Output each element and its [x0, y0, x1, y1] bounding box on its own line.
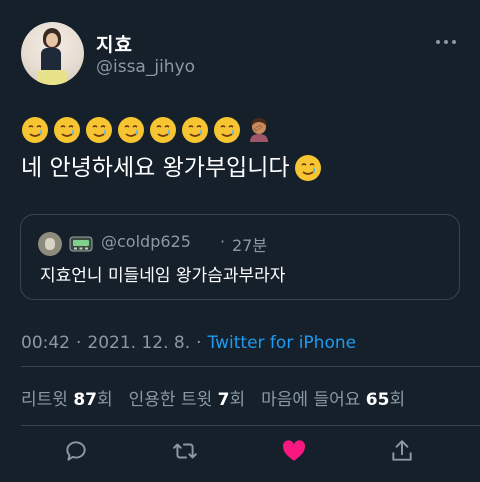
- quote-text: 지효언니 미들네임 왕가슴과부라자: [40, 266, 286, 286]
- smiling-face-with-tear-icon: [294, 155, 321, 181]
- retweets-count: 87: [73, 390, 97, 410]
- smiling-face-with-tear-icon: [86, 117, 112, 143]
- tweet-detail: 지효 @issa_jihyo 네 안녕하세요 왕가부입니다 @coldp625 …: [0, 0, 480, 482]
- quote-timestamp: 27분: [232, 236, 268, 255]
- tweet-emoji-row: [21, 116, 273, 146]
- heart-icon: [283, 440, 306, 461]
- more-options-icon[interactable]: [434, 34, 458, 50]
- smiling-face-with-tear-icon: [22, 117, 48, 143]
- quoted-tweet-card[interactable]: @coldp625 · 27분 지효언니 미들네임 왕가슴과부라자: [20, 214, 460, 300]
- smiling-face-with-tear-icon: [182, 117, 208, 143]
- divider: [21, 366, 480, 367]
- likes-count: 65: [365, 390, 390, 410]
- share-button[interactable]: [388, 437, 416, 465]
- retweets-stat[interactable]: 리트윗 87회: [21, 385, 113, 410]
- tweet-meta: 00:42 · 2021. 12. 8. · Twitter for iPhon…: [21, 333, 356, 353]
- retweet-icon: [173, 443, 197, 459]
- quotes-stat[interactable]: 인용한 트윗 7회: [129, 385, 246, 410]
- smiling-face-with-tear-icon: [214, 117, 240, 143]
- tweet-time[interactable]: 00:42: [21, 333, 70, 353]
- pager-icon: [69, 236, 93, 252]
- like-button[interactable]: [280, 437, 308, 465]
- meta-separator: ·: [196, 333, 202, 353]
- smiling-face-with-tear-icon: [54, 117, 80, 143]
- quote-separator: ·: [220, 232, 226, 251]
- meta-separator: ·: [76, 333, 82, 353]
- reply-icon: [66, 441, 86, 461]
- tweet-text-row: 네 안녕하세요 왕가부입니다: [21, 153, 322, 183]
- quotes-count: 7: [217, 390, 230, 410]
- likes-stat[interactable]: 마음에 들어요 65회: [261, 385, 405, 410]
- quote-author-handle: @coldp625: [101, 232, 191, 251]
- retweet-button[interactable]: [171, 437, 199, 465]
- smiling-face-with-tear-icon: [150, 117, 176, 143]
- author-handle[interactable]: @issa_jihyo: [96, 57, 195, 77]
- reply-button[interactable]: [62, 437, 90, 465]
- divider: [21, 425, 480, 426]
- tweet-date[interactable]: 2021. 12. 8.: [87, 333, 190, 353]
- share-icon: [392, 440, 412, 461]
- smiling-face-with-tear-icon: [118, 117, 144, 143]
- author-display-name[interactable]: 지효: [96, 30, 133, 57]
- tweet-source-link[interactable]: Twitter for iPhone: [208, 333, 357, 353]
- tweet-stats: 리트윗 87회 인용한 트윗 7회 마음에 들어요 65회: [21, 385, 405, 410]
- tweet-text: 네 안녕하세요 왕가부입니다: [21, 155, 290, 181]
- author-avatar[interactable]: [21, 22, 84, 85]
- person-facepalming-icon: [250, 118, 268, 142]
- quote-author-avatar: [38, 232, 62, 256]
